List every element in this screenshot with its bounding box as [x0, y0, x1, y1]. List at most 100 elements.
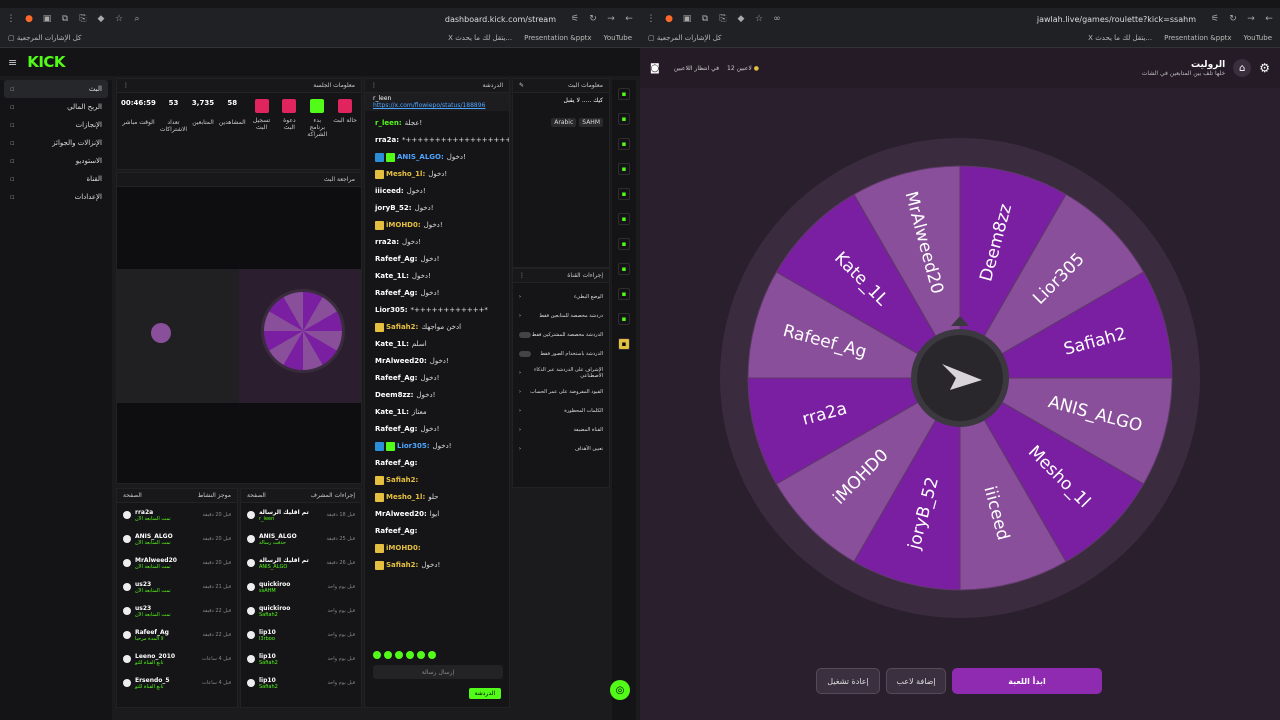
toggle-switch[interactable] [519, 350, 531, 357]
bookmark-x[interactable]: X يتقل لك ما يحدث... [1088, 34, 1152, 42]
channel-action-item[interactable]: › القناة المضيفة [513, 420, 609, 439]
chat-send-button[interactable]: الدردشة [468, 688, 501, 699]
pinned-message[interactable]: r_leen https://x.com/flowiepo/status/188… [365, 93, 509, 111]
mod-tab[interactable]: الصفحة [247, 492, 266, 499]
chat-username[interactable]: Rafeef_Ag: [375, 527, 417, 535]
sidebar-item-settings[interactable]: ▫ الإعدادات [4, 188, 108, 206]
menu-dots-icon[interactable]: ⋮ [646, 14, 656, 24]
chat-username[interactable]: Deem8zz: [375, 391, 413, 399]
chat-username[interactable]: Lior305: [375, 306, 408, 314]
chat-username[interactable]: Mesho_1l: [386, 493, 425, 501]
chat-username[interactable]: rra2a: [375, 238, 399, 246]
wallet-icon[interactable]: ◆ [736, 14, 746, 24]
quick-action-button[interactable]: بدء برنامج الشراكة [305, 99, 329, 138]
brave-icon[interactable]: ● [24, 14, 34, 24]
chat-username[interactable]: joryB_52: [375, 204, 412, 212]
menu-dots-icon[interactable]: ⋮ [6, 14, 16, 24]
settings-gear-icon[interactable]: ⚙ [1259, 61, 1270, 75]
bookmark-youtube[interactable]: YouTube [1244, 34, 1272, 42]
chat-username[interactable]: Kate_1L: [375, 408, 409, 416]
forward-icon[interactable]: → [606, 14, 616, 24]
bookmark-presentation[interactable]: Presentation &pptx [524, 34, 591, 42]
list-item[interactable]: ANIS_ALGO حذفت رسالة قبل 25 دقيقة [241, 527, 361, 551]
bookmark-youtube[interactable]: YouTube [604, 34, 632, 42]
screenshot-icon[interactable]: ⎘ [78, 14, 88, 24]
chat-username[interactable]: Safiah2: [386, 561, 418, 569]
list-item[interactable]: quickiroo ssAHM قبل يوم واحد [241, 575, 361, 599]
sidebar-icon[interactable]: ▣ [42, 14, 52, 24]
chat-username[interactable]: rra2a: [375, 136, 399, 144]
tune-icon[interactable]: ⚟ [570, 14, 580, 24]
sidebar-item-gift[interactable]: ▫ الإنزالات والجوائز [4, 134, 108, 152]
more-icon[interactable]: ⋮ [519, 272, 525, 279]
sidebar-icon[interactable]: ▣ [682, 14, 692, 24]
discord-icon[interactable]: ◙ [650, 63, 660, 74]
chat-username[interactable]: r_leen: [375, 119, 402, 127]
chat-bubble-icon[interactable]: ▪ [618, 213, 630, 225]
chat-username[interactable]: Kate_1L: [375, 272, 409, 280]
list-item[interactable]: lip10 Safiah2 قبل يوم واحد [241, 671, 361, 695]
chat-username[interactable]: Rafeef_Ag: [375, 425, 417, 433]
gift-box-icon[interactable]: ▪ [618, 338, 630, 350]
address-bar[interactable]: dashboard.kick.com/stream [150, 15, 562, 24]
quick-action-button[interactable]: تسجيل البث [250, 99, 274, 138]
help-button[interactable]: ◎ [610, 680, 630, 700]
stream-preview-video[interactable] [117, 269, 361, 403]
list-item[interactable]: Ersendo_5 تابع القناة للتو قبل 4 ساعات [117, 671, 237, 695]
tag[interactable]: SAHM [579, 118, 603, 127]
sidebar-item-live[interactable]: ▫ البث [4, 80, 108, 98]
all-bookmarks[interactable]: ▢ كل الإشارات المرجعية [648, 34, 721, 42]
channel-action-item[interactable]: الدردشة مخصصة للمشتركين فقط [513, 325, 609, 344]
list-item[interactable]: تم اقليك الرسالة ANIS_ALGO قبل 26 دقيقة [241, 551, 361, 575]
channel-action-item[interactable]: › دردشة مخصصة للمتابعين فقط [513, 306, 609, 325]
reload-icon[interactable]: ↻ [588, 14, 598, 24]
start-game-button[interactable]: ابدأ اللعبة [952, 668, 1102, 694]
channel-action-item[interactable]: › الإشراف على الدردشة عبر الذكاء الاصطناع… [513, 363, 609, 382]
list-item[interactable]: us23 تمت المتابعة الآن قبل 21 دقيقة [117, 575, 237, 599]
list-item[interactable]: lip10 l3rboo قبل يوم واحد [241, 623, 361, 647]
pinned-link[interactable]: https://x.com/flowiepo/status/188896 [373, 102, 501, 109]
chat-username[interactable]: Safiah2: [386, 323, 418, 331]
more-icon[interactable]: ⋮ [371, 82, 377, 89]
split-icon[interactable]: ▪ [618, 238, 630, 250]
chat-username[interactable]: Kate_1L: [375, 340, 409, 348]
back-icon[interactable]: ← [1264, 14, 1274, 24]
brave-icon[interactable]: ● [664, 14, 674, 24]
kick-logo[interactable]: KICK [27, 53, 65, 71]
sidebar-item-studio[interactable]: ▫ الاستوديو [4, 152, 108, 170]
home-icon[interactable]: ⌂ [1233, 59, 1252, 77]
tag[interactable]: Arabic [551, 118, 577, 127]
bookmark-x[interactable]: X يتقل لك ما يحدث... [448, 34, 512, 42]
quick-action-button[interactable]: حالة البث [333, 99, 357, 138]
record-icon[interactable]: ▪ [618, 138, 630, 150]
chat-username[interactable]: iMOHD0: [386, 544, 421, 552]
forward-icon[interactable]: → [1246, 14, 1256, 24]
list-item[interactable]: ANIS_ALGO تمت المتابعة الآن قبل 20 دقيقة [117, 527, 237, 551]
restart-button[interactable]: إعادة تشغيل [816, 668, 880, 694]
chat-username[interactable]: Rafeef_Ag: [375, 459, 417, 467]
chat-username[interactable]: Safiah2: [386, 476, 418, 484]
chat-username[interactable]: Lior305: [397, 442, 430, 450]
chat-username[interactable]: MrAlweed20: [375, 357, 427, 365]
screenshot-icon[interactable]: ⎘ [718, 14, 728, 24]
search-icon[interactable]: ⌕ [132, 14, 142, 24]
list-item[interactable]: rra2a تمت المتابعة الآن قبل 20 دقيقة [117, 503, 237, 527]
list-item[interactable]: Leeno_2010 تابع القناة للتو قبل 4 ساعات [117, 647, 237, 671]
wallet-icon[interactable]: ◆ [96, 14, 106, 24]
link-icon[interactable]: ∞ [772, 14, 782, 24]
bolt-icon[interactable]: ▪ [618, 163, 630, 175]
extensions-icon[interactable]: ⧉ [700, 14, 710, 24]
monitor-icon[interactable]: ▪ [618, 263, 630, 275]
bookmark-star-icon[interactable]: ☆ [754, 14, 764, 24]
chat-input[interactable]: إرسال رسالة [373, 665, 503, 679]
chat-username[interactable]: Rafeef_Ag: [375, 255, 417, 263]
list-item[interactable]: us23 تمت المتابعة الآن قبل 22 دقيقة [117, 599, 237, 623]
channel-action-item[interactable]: الدردشة باستخدام الصور فقط [513, 344, 609, 363]
reload-icon[interactable]: ↻ [1228, 14, 1238, 24]
bookmark-star-icon[interactable]: ☆ [114, 14, 124, 24]
back-icon[interactable]: ← [624, 14, 634, 24]
roulette-wheel[interactable]: Deem8zz Lior305Safiah2ANIS_ALGOMesho_1lii… [640, 130, 1280, 630]
sidebar-item-channel[interactable]: ▫ القناة [4, 170, 108, 188]
hamburger-icon[interactable]: ≡ [8, 56, 17, 69]
list-item[interactable]: lip10 Safiah2 قبل يوم واحد [241, 647, 361, 671]
